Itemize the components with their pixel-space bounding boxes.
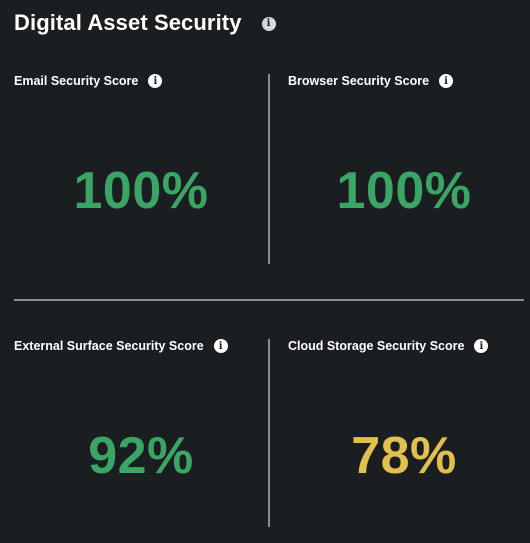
card-title: External Surface Security Score i [14,339,228,353]
external-surface-security-card: External Surface Security Score i 92% [14,339,268,529]
cloud-storage-security-score: 78% [351,427,457,485]
vertical-divider [268,74,270,264]
card-title: Browser Security Score i [288,74,454,88]
card-title: Cloud Storage Security Score i [288,339,489,353]
email-security-label: Email Security Score [14,74,139,88]
cloud-storage-security-label: Cloud Storage Security Score [288,339,465,353]
page-title: Digital Asset Security [14,10,242,35]
horizontal-divider [14,299,524,301]
card-title: Email Security Score i [14,74,163,88]
browser-security-label: Browser Security Score [288,74,430,88]
browser-security-card: Browser Security Score i 100% [288,74,520,264]
info-icon[interactable]: i [261,16,276,31]
info-icon[interactable]: i [474,339,489,353]
external-surface-security-score: 92% [88,427,194,485]
email-security-score: 100% [73,162,209,220]
info-icon[interactable]: i [213,339,228,353]
browser-security-score: 100% [336,162,472,220]
cloud-storage-security-card: Cloud Storage Security Score i 78% [288,339,520,529]
info-icon[interactable]: i [148,74,163,88]
vertical-divider [268,339,270,527]
info-icon[interactable]: i [439,74,454,88]
email-security-card: Email Security Score i 100% [14,74,268,264]
panel-header: Digital Asset Security i [14,8,276,38]
external-surface-security-label: External Surface Security Score [14,339,204,353]
